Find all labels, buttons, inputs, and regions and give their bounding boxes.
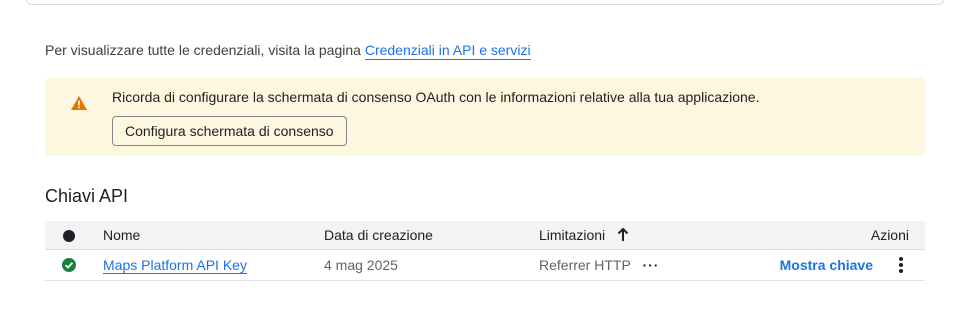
top-card-edge [26, 0, 944, 5]
api-key-restrictions: Referrer HTTP ··· [539, 250, 659, 280]
column-restrictions[interactable]: Limitazioni [539, 221, 629, 249]
api-key-name: Maps Platform API Key [103, 250, 247, 280]
column-actions: Azioni [870, 227, 909, 243]
api-keys-title: Chiavi API [45, 186, 129, 206]
column-restrictions-label: Limitazioni [539, 227, 606, 243]
api-key-restriction-text: Referrer HTTP [539, 257, 631, 273]
more-vert-icon[interactable] [899, 257, 903, 273]
credentials-note: Per visualizzare tutte le credenziali, v… [45, 42, 531, 60]
configure-consent-button[interactable]: Configura schermata di consenso [112, 116, 347, 146]
credentials-note-text: Per visualizzare tutte le credenziali, v… [45, 42, 361, 58]
check-circle-icon [62, 258, 76, 272]
table-header: Nome Data di creazione Limitazioni Azion… [45, 221, 925, 250]
oauth-warning-banner: Ricorda di configurare la schermata di c… [45, 78, 925, 156]
more-restrictions-icon[interactable]: ··· [642, 250, 659, 280]
api-key-name-link[interactable]: Maps Platform API Key [103, 257, 247, 274]
column-name[interactable]: Nome [103, 221, 140, 249]
oauth-warning-message: Ricorda di configurare la schermata di c… [112, 89, 760, 105]
show-key-button[interactable]: Mostra chiave [780, 250, 873, 280]
table-row: Maps Platform API Key 4 mag 2025 Referre… [45, 250, 925, 281]
warning-icon [71, 96, 87, 110]
api-keys-table: Nome Data di creazione Limitazioni Azion… [45, 221, 925, 281]
sort-ascending-icon[interactable] [617, 227, 629, 242]
api-key-created: 4 mag 2025 [324, 257, 398, 273]
column-created[interactable]: Data di creazione [324, 221, 433, 249]
credentials-link[interactable]: Credenziali in API e servizi [364, 42, 531, 60]
status-column-icon [63, 230, 75, 242]
